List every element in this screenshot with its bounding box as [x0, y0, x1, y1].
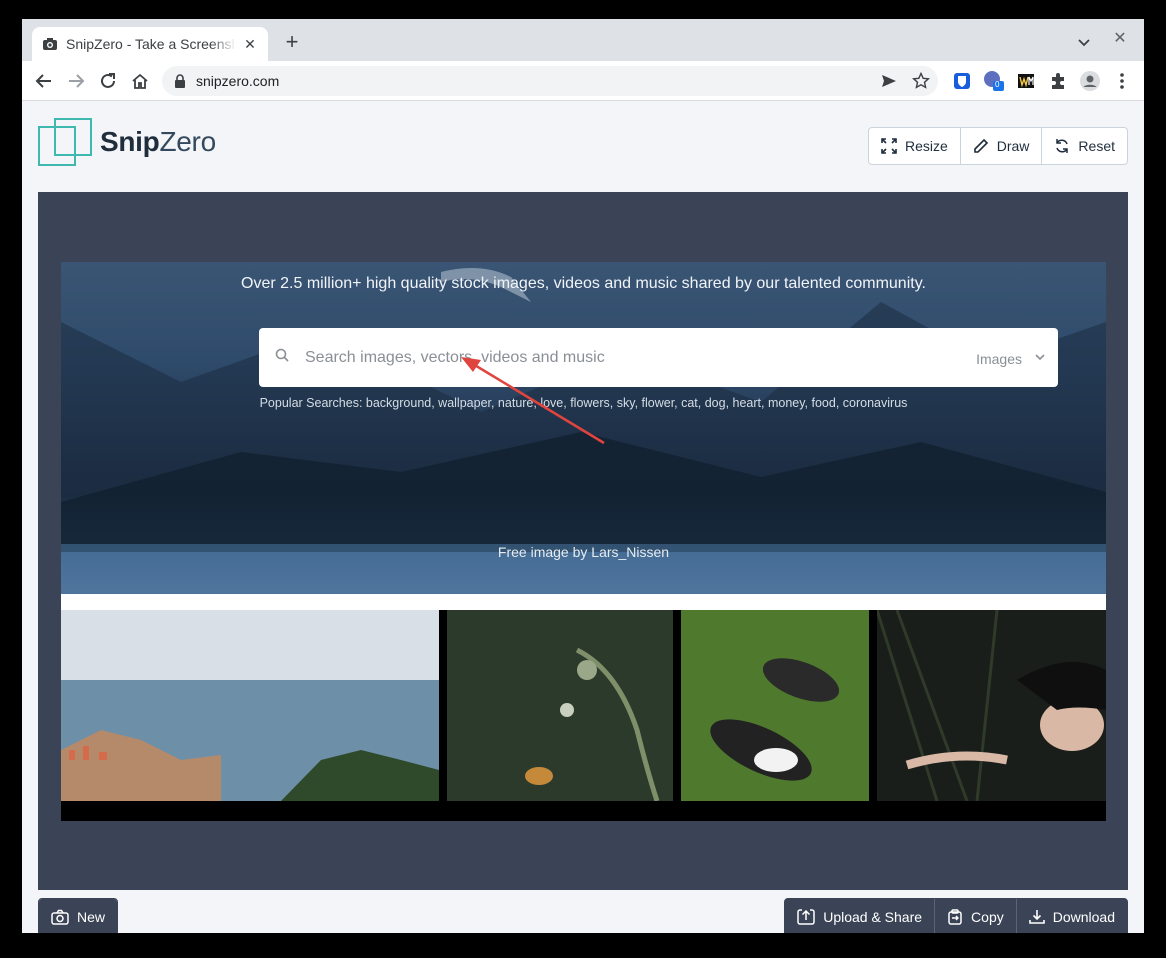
browser-window: SnipZero - Take a Screenshot ✕ + ✕ snipz… — [22, 19, 1144, 933]
upload-label: Upload & Share — [823, 909, 923, 925]
stock-search-bar[interactable]: Search images, vectors, videos and music… — [259, 328, 1058, 387]
screenshot-canvas[interactable]: Over 2.5 million+ high quality stock ima… — [38, 192, 1128, 890]
penguins-thumbnail — [681, 610, 869, 801]
extensions-puzzle-icon[interactable] — [1046, 69, 1070, 93]
clipboard-icon — [948, 909, 962, 925]
footer-right-actions: Upload & Share Copy Download — [784, 898, 1128, 933]
address-bar[interactable]: snipzero.com — [162, 66, 938, 96]
bitwarden-extension-icon[interactable] — [950, 69, 974, 93]
new-label: New — [77, 909, 106, 925]
camera-icon — [51, 909, 69, 925]
hero-title: Over 2.5 million+ high quality stock ima… — [241, 275, 926, 292]
browser-menu-icon[interactable] — [1110, 69, 1134, 93]
woman-portrait-thumbnail — [877, 610, 1106, 801]
new-tab-button[interactable]: + — [280, 31, 304, 55]
captured-screenshot[interactable]: Over 2.5 million+ high quality stock ima… — [61, 262, 1106, 821]
footer-left-actions: New — [38, 898, 119, 933]
popular-searches: Popular Searches: background, wallpaper,… — [259, 396, 908, 410]
resize-icon — [881, 138, 897, 154]
coastal-village-thumbnail — [61, 610, 439, 801]
reload-icon[interactable] — [96, 69, 120, 93]
white-divider — [61, 594, 1106, 610]
draw-button[interactable]: Draw — [961, 128, 1043, 164]
bee-flower-thumbnail — [447, 610, 673, 801]
download-icon — [1028, 910, 1045, 924]
logo-squares-icon — [38, 118, 92, 166]
resize-button[interactable]: Resize — [869, 128, 961, 164]
send-icon[interactable] — [880, 72, 898, 90]
bookmark-star-icon[interactable] — [912, 72, 930, 90]
lock-icon — [175, 74, 185, 88]
download-button[interactable]: Download — [1016, 899, 1127, 933]
copy-button[interactable]: Copy — [935, 899, 1017, 933]
image-credit: Free image by Lars_Nissen — [497, 544, 670, 560]
tab-title: SnipZero - Take a Screenshot — [66, 36, 236, 52]
snipzero-page: SnipZero Resize Draw Reset Over 2.5 mill… — [22, 101, 1144, 933]
tab-close-icon[interactable]: ✕ — [242, 36, 258, 52]
url-text: snipzero.com — [196, 73, 280, 89]
profile-avatar-icon[interactable] — [1078, 69, 1102, 93]
upload-share-button[interactable]: Upload & Share — [785, 899, 936, 933]
reset-label: Reset — [1078, 138, 1115, 154]
upload-icon — [797, 909, 815, 925]
copy-label: Copy — [971, 909, 1004, 925]
forward-icon[interactable] — [64, 69, 88, 93]
logo-wordmark: SnipZero — [100, 126, 216, 157]
search-icon — [275, 348, 289, 362]
hero-banner-image: Over 2.5 million+ high quality stock ima… — [61, 262, 1106, 594]
snipzero-logo[interactable]: SnipZero — [38, 118, 216, 166]
browser-tab[interactable]: SnipZero - Take a Screenshot ✕ — [32, 27, 268, 61]
pencil-icon — [973, 138, 988, 153]
search-placeholder: Search images, vectors, videos and music — [305, 349, 605, 366]
reset-button[interactable]: Reset — [1042, 128, 1127, 164]
resize-label: Resize — [904, 138, 948, 154]
new-screenshot-button[interactable]: New — [39, 899, 118, 933]
draw-label: Draw — [996, 138, 1030, 154]
extension-badge-count: 0 — [995, 80, 1000, 89]
edit-toolbar: Resize Draw Reset — [867, 127, 1128, 165]
browser-toolbar: snipzero.com 0 — [22, 61, 1144, 101]
chevron-down-icon — [1035, 354, 1045, 361]
tab-search-chevron-icon[interactable] — [1074, 32, 1094, 52]
camera-favicon-icon — [43, 38, 57, 50]
tab-strip: SnipZero - Take a Screenshot ✕ + ✕ — [22, 19, 1144, 61]
wm-extension-icon[interactable] — [1014, 69, 1038, 93]
search-type-select[interactable]: Images — [976, 351, 1022, 367]
window-close-icon[interactable]: ✕ — [1110, 29, 1130, 49]
back-icon[interactable] — [32, 69, 56, 93]
extension-badge-icon[interactable]: 0 — [982, 69, 1006, 93]
download-label: Download — [1052, 909, 1115, 925]
home-icon[interactable] — [128, 69, 152, 93]
reset-arrows-icon — [1056, 139, 1069, 153]
